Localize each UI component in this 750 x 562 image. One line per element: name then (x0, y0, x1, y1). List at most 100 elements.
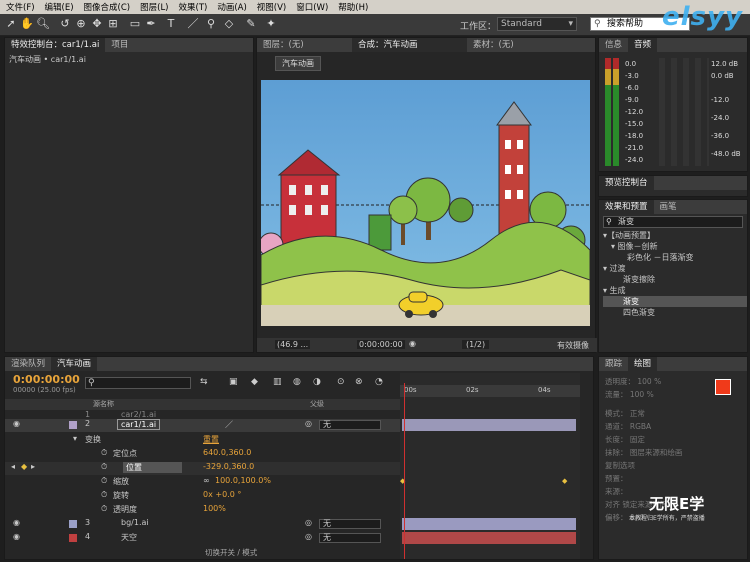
brush-tool-icon[interactable]: ／ (186, 17, 200, 31)
layer-row[interactable]: ◉ 3 bg/1.ai ◎ 无 (5, 518, 400, 531)
puppet-pin-icon[interactable]: ✦ (264, 17, 278, 31)
tree-item-animation-presets[interactable]: ▾【动画预置】 (603, 230, 747, 241)
menu-composition[interactable]: 图像合成(C) (84, 1, 131, 13)
aligned-checkbox[interactable]: 对齐 (605, 500, 620, 509)
workspace-select[interactable]: Standard ▾ (497, 17, 577, 31)
tab-paint[interactable]: 绘图 (628, 357, 658, 371)
tab-render-queue[interactable]: 渲染队列 (5, 357, 51, 371)
render-icon[interactable]: ◔ (375, 377, 383, 387)
layer-bar-sky[interactable] (402, 532, 576, 544)
brainstorm-icon[interactable]: ◑ (313, 377, 321, 387)
stopwatch-icon[interactable]: ⏱ (101, 504, 107, 514)
text-tool-icon[interactable]: T (164, 17, 178, 31)
tab-composition-viewer[interactable]: 合成：汽车动画 (352, 38, 467, 52)
property-value[interactable]: 640.0,360.0 (203, 448, 251, 457)
roto-brush-icon[interactable]: ✎ (244, 17, 258, 31)
foreground-color-swatch[interactable] (715, 379, 731, 395)
zoom-tool-icon[interactable]: 🔍︎ (36, 17, 50, 31)
tab-brushes[interactable]: 画笔 (654, 200, 683, 214)
stopwatch-icon[interactable]: ⏱ (101, 476, 107, 486)
parent-pickwhip-icon[interactable]: ◎ (305, 518, 312, 527)
auto-keyframe-icon[interactable]: ⊙ (337, 377, 345, 387)
viewer-timecode[interactable]: 0:00:00:00 (357, 340, 405, 349)
clone-stamp-icon[interactable]: ⚲ (204, 17, 218, 31)
eraser-tool-icon[interactable]: ◇ (222, 17, 236, 31)
current-time-indicator[interactable] (404, 383, 405, 559)
motion-blur-icon[interactable]: ◍ (293, 377, 301, 387)
track-xy-camera-icon[interactable]: ✥ (90, 17, 104, 31)
flow-value[interactable]: 100 % (630, 390, 654, 399)
parent-pickwhip-icon[interactable]: ◎ (305, 419, 312, 428)
menu-file[interactable]: 文件(F) (6, 1, 35, 13)
layer-name[interactable]: 天空 (121, 532, 137, 543)
comp-mini-flowchart-icon[interactable]: ⇆ (200, 377, 208, 387)
layer-name[interactable]: car1/1.ai (117, 419, 161, 430)
menu-view[interactable]: 视图(V) (257, 1, 286, 13)
menu-layer[interactable]: 图层(L) (140, 1, 168, 13)
transform-reset-link[interactable]: 重置 (203, 434, 219, 445)
menu-edit[interactable]: 编辑(E) (45, 1, 74, 13)
orbit-camera-icon[interactable]: ⊕ (74, 17, 88, 31)
property-row[interactable]: ⏱ 透明度 100% (5, 504, 400, 517)
tree-item-colorize-sunset[interactable]: 彩色化 －日落渐变 (603, 252, 747, 263)
property-row[interactable]: ⏱ 缩放 ∞ 100.0,100.0% (5, 476, 400, 489)
opacity-value[interactable]: 100 % (637, 377, 661, 386)
menu-effect[interactable]: 效果(T) (179, 1, 208, 13)
tree-item-generate[interactable]: ▾ 生成 (603, 285, 747, 296)
property-row[interactable]: ⏱ 定位点 640.0,360.0 (5, 448, 400, 461)
layer-row[interactable]: ◉ 4 天空 ◎ 无 (5, 532, 400, 545)
eye-icon[interactable]: ◉ (13, 518, 20, 527)
label-color-swatch[interactable] (69, 520, 77, 528)
tab-layer-viewer[interactable]: 图层：(无) (257, 38, 352, 52)
menu-help[interactable]: 帮助(H) (338, 1, 368, 13)
tab-audio[interactable]: 音频 (628, 38, 658, 52)
time-ruler[interactable]: 00s 02s 04s (400, 385, 580, 397)
channel-select[interactable]: RGBA (630, 422, 651, 431)
stopwatch-icon[interactable]: ⏱ (101, 448, 107, 458)
keyframe-end-icon[interactable]: ◆ (562, 477, 567, 485)
label-color-swatch[interactable] (69, 534, 77, 542)
mode-select[interactable]: 正常 (630, 409, 645, 418)
frame-blending-icon[interactable]: ▥ (273, 377, 282, 387)
hand-tool-icon[interactable]: ✋ (20, 17, 34, 31)
property-row-selected[interactable]: ◂ ◆ ▸ ⏱ 位置 -329.0,360.0 (5, 462, 400, 475)
tab-info[interactable]: 信息 (599, 38, 628, 52)
tab-comp-timeline[interactable]: 汽车动画 (51, 357, 98, 371)
pan-behind-icon[interactable]: ⊞ (106, 17, 120, 31)
chevron-down-icon[interactable]: ▾ (73, 434, 77, 443)
layer-name[interactable]: bg/1.ai (121, 518, 149, 527)
menu-window[interactable]: 窗口(W) (296, 1, 328, 13)
tree-item-transition[interactable]: ▾ 过渡 (603, 263, 747, 274)
prev-keyframe-icon[interactable]: ◂ (11, 462, 15, 471)
tree-item-gradient-wipe[interactable]: 渐变擦除 (603, 274, 747, 285)
tab-preview[interactable]: 预览控制台 (599, 176, 654, 190)
tree-item-ramp[interactable]: 渐变 (603, 296, 747, 307)
parent-select[interactable]: 无 (319, 420, 381, 430)
stopwatch-active-icon[interactable]: ⏱ (101, 462, 107, 472)
rectangle-mask-icon[interactable]: ▭ (128, 17, 142, 31)
pen-tool-icon[interactable]: ✒ (144, 17, 158, 31)
resolution-select[interactable]: (1/2) (462, 340, 490, 349)
timeline-timecode[interactable]: 0:00:00:00 (13, 373, 80, 386)
timeline-track-area[interactable]: 00s 02s 04s ◆ ◆ (400, 373, 580, 559)
tab-footage-viewer[interactable]: 素材：(无) (467, 38, 520, 52)
shy-layers-icon[interactable]: ◆ (251, 377, 258, 387)
property-value[interactable]: 100% (203, 504, 226, 513)
camera-snapshot-icon[interactable]: ◉ (409, 339, 416, 348)
tree-item-four-color-gradient[interactable]: 四色渐变 (603, 307, 747, 318)
toggle-switches-modes[interactable]: 切换开关 / 模式 (205, 547, 257, 558)
tab-effects-presets[interactable]: 效果和预置 (599, 200, 654, 214)
property-row[interactable]: ⏱ 旋转 0x +0.0 ° (5, 490, 400, 503)
layer-bar-bg[interactable] (402, 518, 576, 530)
rotate-tool-icon[interactable]: ↺ (58, 17, 72, 31)
zoom-level-select[interactable]: (46.9 ... (275, 340, 311, 349)
pen-switch-icon[interactable]: ／ (225, 419, 233, 430)
transform-group-row[interactable]: ▾ 变换 重置 (5, 434, 400, 447)
draft-3d-icon[interactable]: ▣ (229, 377, 238, 387)
duration-select[interactable]: 固定 (630, 435, 645, 444)
tab-tracker[interactable]: 跟踪 (599, 357, 628, 371)
tab-project[interactable]: 项目 (105, 38, 134, 52)
audio-level-sliders[interactable] (659, 58, 709, 166)
tree-item-image-creative[interactable]: ▾ 图像－创新 (603, 241, 747, 252)
tab-effect-controls[interactable]: 特效控制台：car1/1.ai (5, 38, 106, 52)
